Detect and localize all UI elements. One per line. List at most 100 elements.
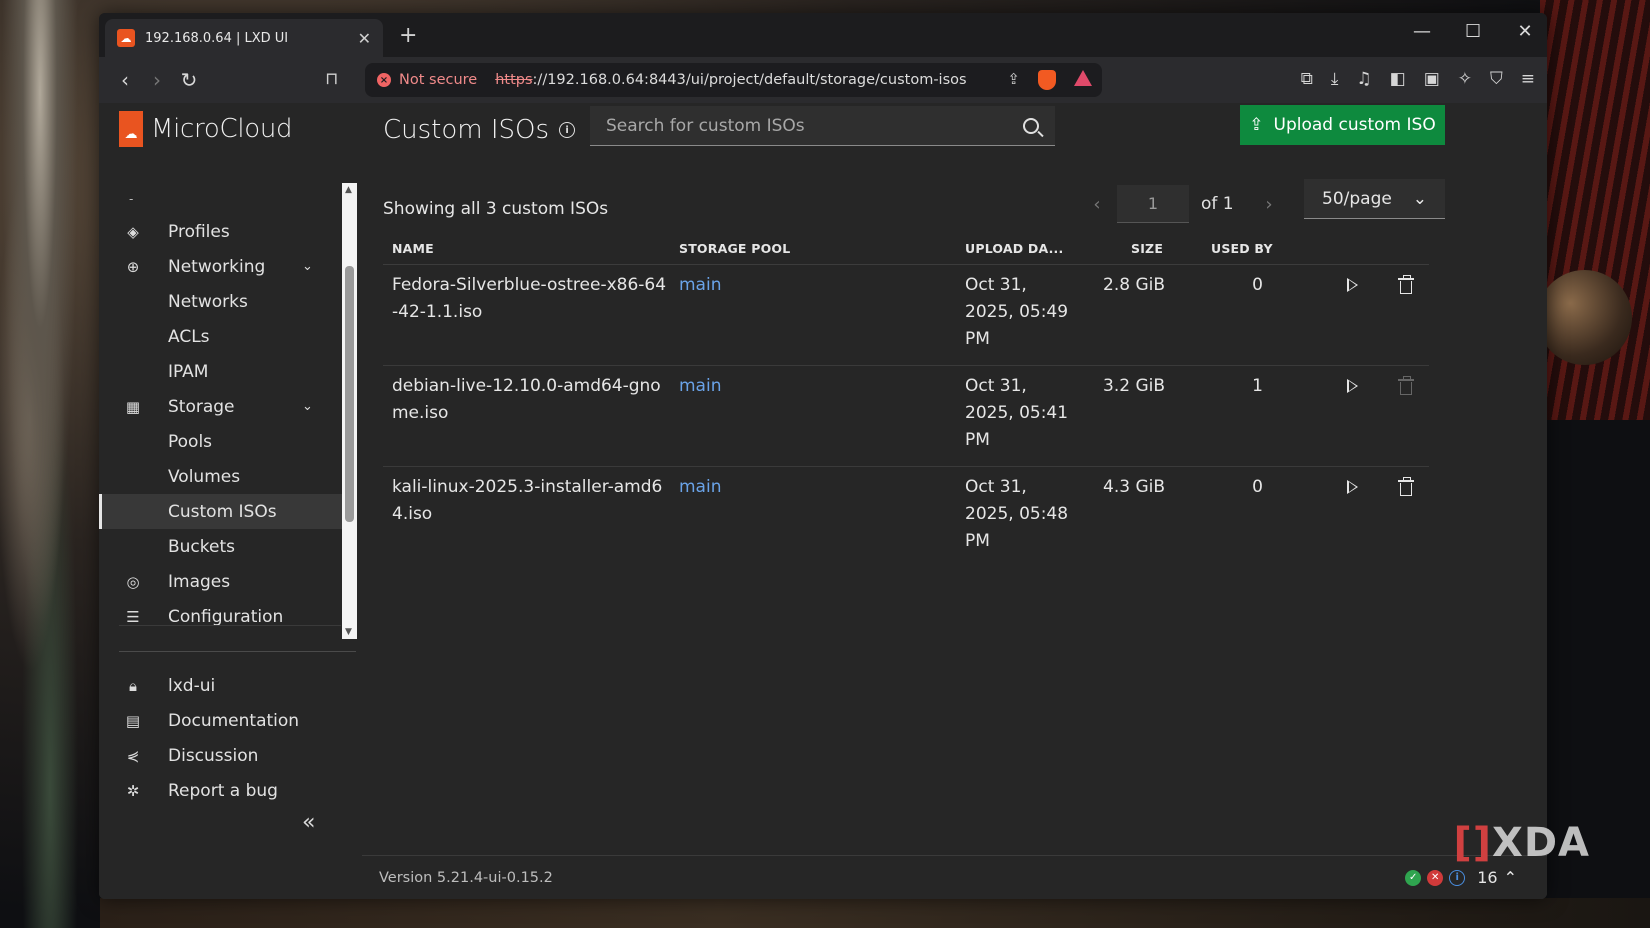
column-header-size[interactable]: SIZE	[1131, 241, 1163, 256]
upload-button-label: Upload custom ISO	[1273, 115, 1436, 135]
sidebar-item-label: Networking	[168, 256, 266, 277]
tab-title: 192.168.0.64 | LXD UI	[145, 30, 289, 46]
chevron-down-icon[interactable]: ⌄	[302, 399, 313, 414]
collapse-sidebar-icon[interactable]: «	[302, 810, 315, 835]
xda-watermark-logo: []XDA	[1453, 820, 1590, 866]
iso-name: kali-linux-2025.3-installer-amd64.iso	[392, 477, 663, 524]
per-page-value: 50/page	[1322, 188, 1392, 209]
back-icon[interactable]: ‹	[109, 68, 141, 92]
close-tab-icon[interactable]: ✕	[358, 29, 371, 48]
minimize-icon[interactable]: —	[1413, 21, 1431, 42]
sidebar-toggle-icon[interactable]: ◧	[1390, 69, 1406, 89]
browser-tab[interactable]: ☁ 192.168.0.64 | LXD UI ✕	[105, 19, 383, 57]
brave-shields-icon[interactable]	[1038, 70, 1056, 90]
not-secure-label[interactable]: Not secure	[399, 72, 477, 88]
sidebar-item-report-bug[interactable]: ✲ Report a bug	[99, 773, 344, 808]
sidebar-item-images[interactable]: ◎ Images	[99, 564, 344, 599]
media-icon[interactable]: ♫	[1356, 69, 1371, 89]
sidebar-item-configuration[interactable]: ☰ Configuration	[99, 599, 344, 634]
new-tab-icon[interactable]: +	[399, 23, 417, 48]
search-icon[interactable]	[1023, 117, 1039, 134]
menu-icon[interactable]: ≡	[1521, 69, 1535, 89]
sidebar-item-acls[interactable]: ACLs	[99, 319, 344, 354]
share-icon[interactable]: ⇪	[1007, 70, 1020, 90]
page-title-text: Custom ISOs	[383, 115, 550, 145]
notifications-summary[interactable]: ✓ ✕ i 16 ⌃	[1405, 868, 1517, 887]
sidebar-item-label: Custom ISOs	[168, 501, 277, 522]
sidebar-item-label: Discussion	[168, 745, 259, 766]
bookmark-icon[interactable]: ⊓	[325, 69, 338, 89]
delete-icon[interactable]	[1398, 477, 1414, 496]
brand-logo[interactable]: ☁ MicroCloud	[119, 111, 293, 147]
download-icon[interactable]: ⤓	[1331, 69, 1339, 89]
column-header-upload-date[interactable]: UPLOAD DA...	[965, 241, 1063, 256]
page-number-input[interactable]	[1117, 185, 1189, 223]
chevron-down-icon[interactable]: ⌄	[302, 259, 313, 274]
table-header: NAME STORAGE POOL UPLOAD DA... SIZE USED…	[383, 229, 1429, 265]
iso-size: 3.2 GiB	[1103, 376, 1165, 396]
previous-page-icon[interactable]: ‹	[1077, 194, 1117, 215]
forward-icon[interactable]: ›	[141, 68, 173, 92]
delete-icon[interactable]	[1398, 275, 1414, 294]
sidebar-item-label: Pools	[168, 431, 213, 452]
column-header-used-by[interactable]: USED BY	[1211, 241, 1273, 256]
column-header-storage-pool[interactable]: STORAGE POOL	[679, 241, 790, 256]
sidebar-item-custom-isos[interactable]: Custom ISOs	[99, 494, 344, 529]
sidebar-item-networks[interactable]: Networks	[99, 284, 344, 319]
sidebar-scrollbar[interactable]: ▲ ▼	[342, 183, 357, 639]
sidebar-item-networking[interactable]: ⊕ Networking ⌄	[99, 249, 344, 284]
launch-instance-icon[interactable]	[1347, 278, 1358, 292]
info-icon[interactable]: i	[559, 122, 576, 138]
launch-instance-icon[interactable]	[1347, 379, 1358, 393]
chevron-down-icon: ⌄	[1412, 188, 1427, 209]
sidebar-item-ipam[interactable]: IPAM	[99, 354, 344, 389]
vpn-icon[interactable]: ⛉	[1490, 69, 1503, 89]
reload-icon[interactable]: ↻	[173, 68, 205, 92]
launch-instance-icon[interactable]	[1347, 480, 1358, 494]
scroll-down-icon[interactable]: ▼	[345, 627, 352, 637]
browser-toolbar: ‹ › ↻ ⊓ × Not secure https://192.168.0.6…	[99, 57, 1547, 103]
storage-pool-link[interactable]: main	[679, 373, 721, 400]
sidebar-item-documentation[interactable]: ▤ Documentation	[99, 703, 344, 738]
address-bar[interactable]: × Not secure https://192.168.0.64:8443/u…	[365, 63, 1102, 97]
storage-icon: ▦	[125, 397, 141, 416]
version-label: Version 5.21.4-ui-0.15.2	[379, 870, 553, 886]
sidebar-item-pools[interactable]: Pools	[99, 424, 344, 459]
sidebar-item-discussion[interactable]: ⋞ Discussion	[99, 738, 344, 773]
leo-ai-icon[interactable]: ✧	[1458, 69, 1472, 89]
notification-count: 16	[1477, 868, 1498, 887]
per-page-select[interactable]: 50/page ⌄	[1304, 179, 1445, 219]
sidebar-item-volumes[interactable]: Volumes	[99, 459, 344, 494]
documentation-icon: ▤	[125, 711, 141, 730]
chevron-up-icon[interactable]: ⌃	[1504, 868, 1517, 887]
error-icon: ✕	[1427, 869, 1444, 886]
results-summary: Showing all 3 custom ISOs	[383, 199, 609, 219]
scroll-up-icon[interactable]: ▲	[345, 185, 352, 195]
maximize-icon[interactable]: ☐	[1465, 21, 1481, 42]
storage-pool-link[interactable]: main	[679, 474, 721, 501]
used-by-count: 0	[1252, 477, 1263, 497]
delete-icon	[1398, 376, 1414, 395]
wallet-icon[interactable]: ▣	[1424, 69, 1440, 89]
brave-rewards-icon[interactable]	[1074, 70, 1092, 86]
upload-date: Oct 31, 2025, 05:41 PM	[965, 376, 1069, 450]
upload-custom-iso-button[interactable]: ⇪ Upload custom ISO	[1240, 105, 1445, 145]
table-row: Fedora-Silverblue-ostree-x86-64-42-1.1.i…	[383, 265, 1429, 366]
sidebar-item-storage[interactable]: ▦ Storage ⌄	[99, 389, 344, 424]
column-header-name[interactable]: NAME	[392, 241, 434, 256]
storage-pool-link[interactable]: main	[679, 272, 721, 299]
scrollbar-thumb[interactable]	[345, 266, 354, 522]
search-input[interactable]	[606, 115, 1023, 136]
screenshot-icon[interactable]: ⧉	[1301, 69, 1313, 89]
main-content: Custom ISOs i ⇪ Upload custom ISO Showin…	[362, 103, 1547, 899]
sidebar-item-profiles[interactable]: ◈ Profiles	[99, 214, 344, 249]
sidebar-item-buckets[interactable]: Buckets	[99, 529, 344, 564]
iso-size: 4.3 GiB	[1103, 477, 1165, 497]
desktop-wallpaper-left	[0, 0, 100, 928]
next-page-icon[interactable]: ›	[1249, 194, 1289, 215]
sidebar-item-label: Networks	[168, 291, 248, 312]
tab-strip: ☁ 192.168.0.64 | LXD UI ✕ + — ☐ ✕	[99, 13, 1547, 57]
close-window-icon[interactable]: ✕	[1517, 21, 1533, 42]
upload-date: Oct 31, 2025, 05:49 PM	[965, 275, 1069, 349]
sidebar-item-lxd-ui[interactable]: 🔒︎ lxd-ui	[99, 668, 344, 703]
